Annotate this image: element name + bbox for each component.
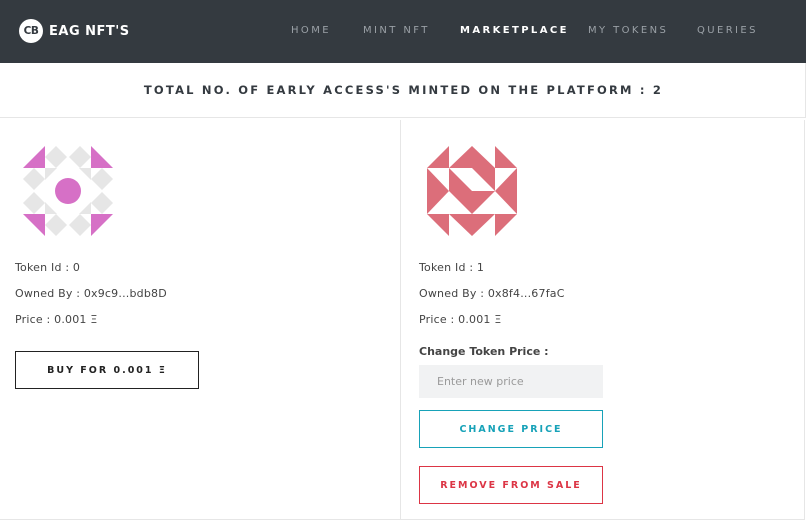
- identicon-triangle: [449, 214, 472, 236]
- identicon-triangle: [472, 214, 495, 236]
- buy-button[interactable]: BUY FOR 0.001 Ξ: [15, 351, 199, 389]
- change-price-button[interactable]: CHANGE PRICE: [419, 410, 603, 448]
- identicon-triangle: [427, 168, 449, 191]
- token-id: Token Id : 0: [15, 261, 81, 274]
- token-owner: Owned By : 0x8f4...67faC: [419, 287, 565, 300]
- identicon-inner: [79, 168, 91, 180]
- identicon-corner: [91, 214, 113, 236]
- identicon-triangle: [427, 191, 449, 214]
- nav-mint-nft[interactable]: MINT NFT: [363, 25, 430, 36]
- identicon-triangle: [449, 191, 472, 214]
- identicon-inner: [45, 168, 57, 180]
- nav-marketplace[interactable]: MARKETPLACE: [460, 25, 569, 36]
- nav-queries[interactable]: QUERIES: [697, 25, 758, 36]
- identicon-triangle: [449, 146, 472, 168]
- identicon-diamond: [23, 192, 45, 214]
- identicon-diamond: [91, 192, 113, 214]
- token-card-1: Token Id : 1 Owned By : 0x8f4...67faC Pr…: [401, 120, 805, 520]
- identicon-triangle: [427, 146, 449, 168]
- new-price-input[interactable]: [419, 365, 603, 398]
- identicon-triangle: [472, 168, 495, 191]
- identicon-triangle: [495, 191, 517, 214]
- identicon-triangle: [495, 146, 517, 168]
- identicon-triangle: [472, 191, 495, 214]
- identicon-triangle: [472, 146, 495, 168]
- nav-home[interactable]: HOME: [291, 25, 331, 36]
- token-owner: Owned By : 0x9c9...bdb8D: [15, 287, 167, 300]
- identicon-diamond: [91, 168, 113, 190]
- token-price: Price : 0.001 Ξ: [419, 313, 502, 326]
- nav-my-tokens[interactable]: MY TOKENS: [588, 25, 668, 36]
- brand-name: EAG NFT'S: [49, 23, 130, 39]
- identicon-diamond: [69, 214, 91, 236]
- identicon-triangle: [449, 168, 472, 191]
- total-minted-banner: TOTAL NO. OF EARLY ACCESS'S MINTED ON TH…: [0, 63, 806, 118]
- identicon-corner: [23, 146, 45, 168]
- identicon-corner: [23, 214, 45, 236]
- token-id: Token Id : 1: [419, 261, 485, 274]
- change-price-label: Change Token Price :: [419, 345, 549, 358]
- identicon-triangle: [427, 214, 449, 236]
- identicon-triangle: [495, 214, 517, 236]
- identicon-inner: [45, 202, 57, 214]
- identicon-diamond: [45, 146, 67, 168]
- token-identicon-icon: [427, 146, 517, 236]
- identicon-triangle: [495, 168, 517, 191]
- identicon-diamond: [23, 168, 45, 190]
- total-minted-text: TOTAL NO. OF EARLY ACCESS'S MINTED ON TH…: [143, 83, 664, 97]
- identicon-center: [55, 178, 81, 204]
- token-card-0: Token Id : 0 Owned By : 0x9c9...bdb8D Pr…: [0, 120, 401, 520]
- token-price: Price : 0.001 Ξ: [15, 313, 98, 326]
- token-identicon-icon: [23, 146, 113, 236]
- remove-from-sale-button[interactable]: REMOVE FROM SALE: [419, 466, 603, 504]
- identicon-inner: [79, 202, 91, 214]
- navbar: CB EAG NFT'S HOME MINT NFT MARKETPLACE M…: [0, 0, 806, 63]
- identicon-corner: [91, 146, 113, 168]
- identicon-diamond: [69, 146, 91, 168]
- brand[interactable]: CB EAG NFT'S: [19, 19, 130, 43]
- identicon-diamond: [45, 214, 67, 236]
- brand-logo-icon: CB: [19, 19, 43, 43]
